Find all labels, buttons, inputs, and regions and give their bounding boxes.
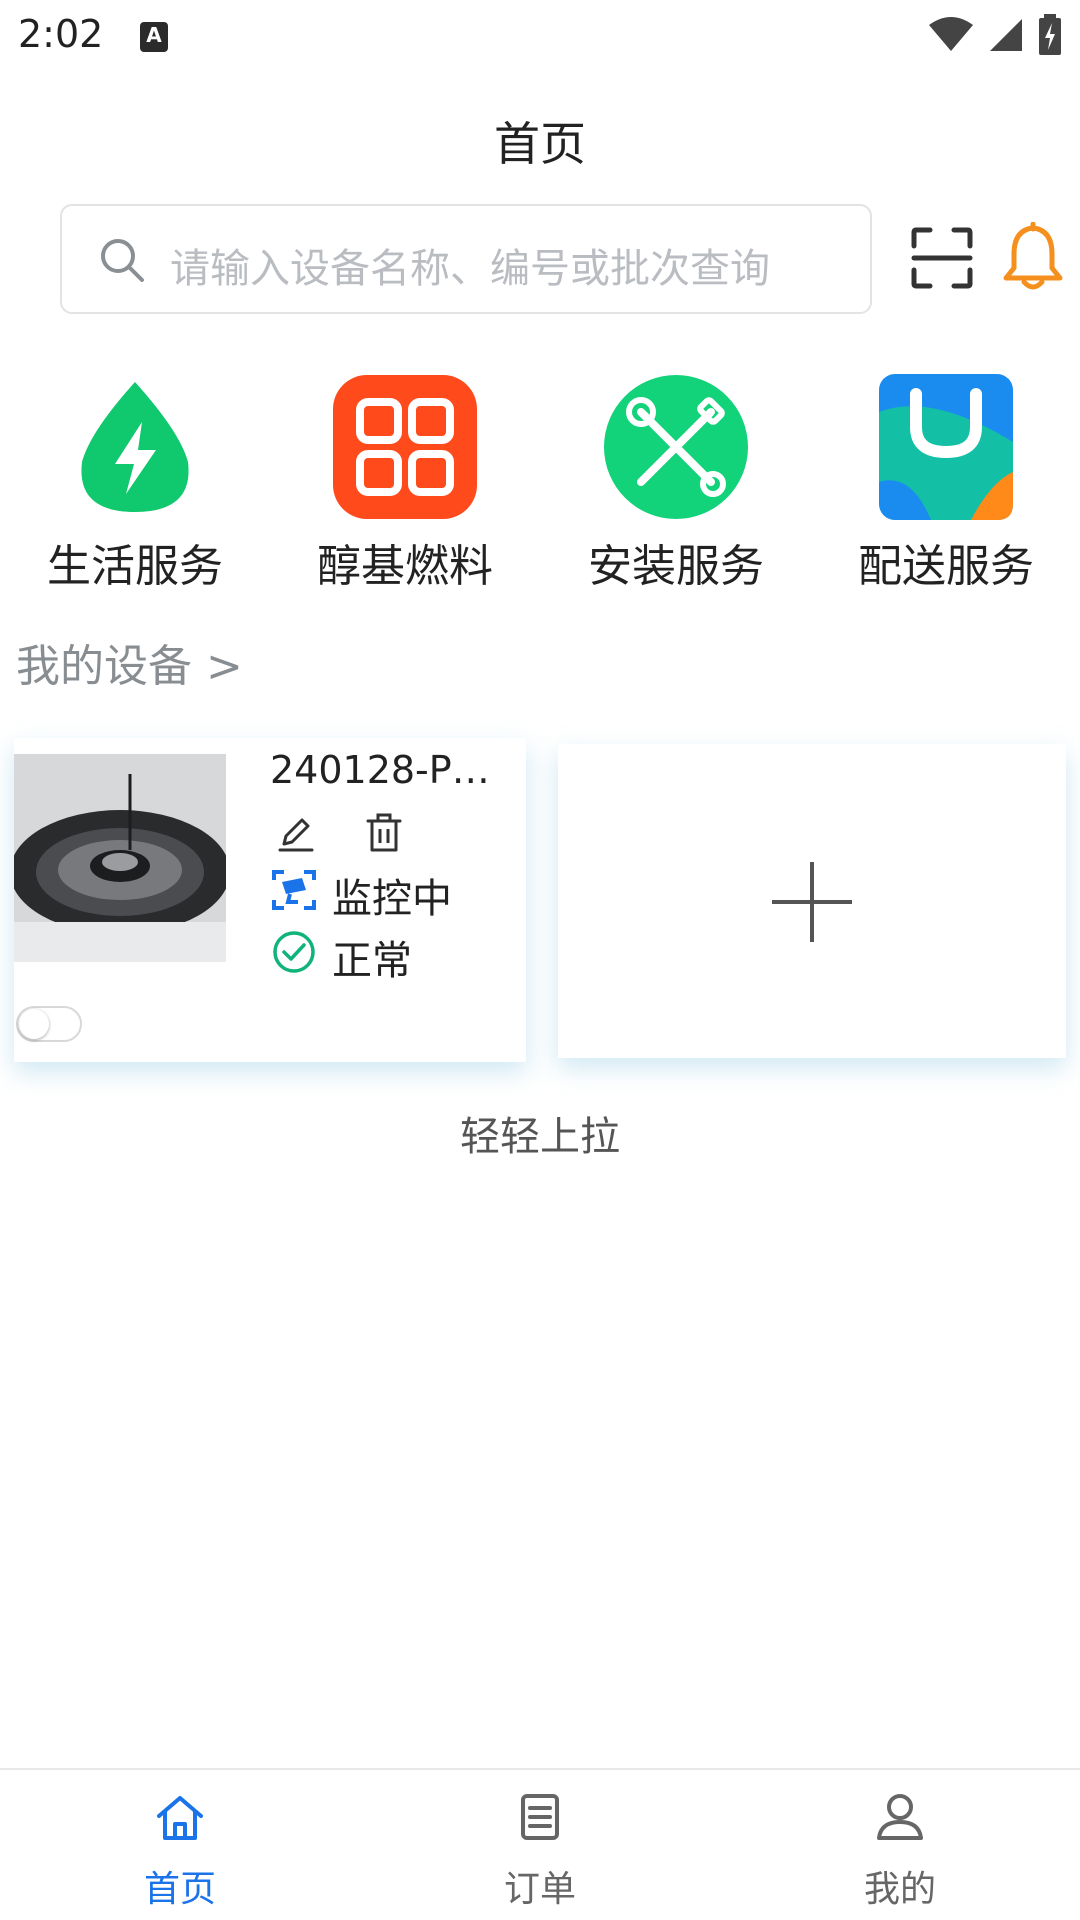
service-label: 配送服务: [858, 541, 1034, 592]
service-fuel[interactable]: 醇基燃料: [305, 372, 505, 594]
home-icon: [157, 1796, 203, 1840]
page-title: 首页: [494, 117, 586, 171]
device-card[interactable]: 240128-PW… 监控中 正常: [14, 738, 526, 1062]
bottom-nav: 首页 订单 我的: [0, 1768, 1080, 1920]
status-icons: [928, 14, 1062, 56]
scan-icon[interactable]: [910, 226, 974, 290]
camera-monitor-icon: [272, 870, 316, 910]
pull-up-hint: 轻轻上拉: [460, 1114, 620, 1160]
nav-label: 首页: [143, 1869, 216, 1910]
my-devices-link[interactable]: 我的设备 >: [16, 630, 243, 694]
service-life[interactable]: 生活服务: [35, 372, 235, 594]
wifi-icon: [929, 17, 973, 51]
delete-icon[interactable]: [364, 812, 404, 854]
service-label: 醇基燃料: [317, 541, 493, 592]
device-photo: [14, 754, 226, 962]
plus-icon: [772, 862, 852, 942]
search-input[interactable]: 请输入设备名称、编号或批次查询: [60, 204, 872, 314]
nav-home[interactable]: 首页: [80, 1790, 280, 1912]
status-time: 2:02: [18, 12, 104, 56]
service-delivery[interactable]: 配送服务: [846, 372, 1046, 594]
search-icon: [101, 239, 144, 282]
water-drop-lightning-icon: [60, 372, 210, 522]
nav-label: 我的: [863, 1869, 936, 1910]
monitor-status: 监控中: [332, 876, 452, 922]
status-bar: 2:02 A: [0, 0, 1080, 72]
health-status: 正常: [332, 938, 412, 984]
search-placeholder: 请输入设备名称、编号或批次查询: [170, 246, 770, 292]
service-install[interactable]: 安装服务: [576, 372, 776, 594]
nav-label: 订单: [503, 1869, 576, 1910]
edit-icon[interactable]: [276, 814, 316, 854]
battery-charging-icon: [1039, 14, 1061, 55]
toggle-knob: [19, 1009, 49, 1039]
nav-profile[interactable]: 我的: [800, 1790, 1000, 1912]
nav-orders[interactable]: 订单: [440, 1790, 640, 1912]
check-circle-icon: [273, 931, 315, 973]
tools-icon: [601, 372, 751, 522]
service-label: 安装服务: [588, 541, 764, 592]
a-icon: A: [140, 22, 168, 52]
service-label: 生活服务: [47, 541, 223, 592]
order-list-icon: [521, 1794, 559, 1840]
shopping-bag-icon: [871, 372, 1021, 522]
add-device-card[interactable]: [558, 744, 1066, 1058]
grid-icon: [330, 372, 480, 522]
user-icon: [877, 1794, 923, 1840]
bell-icon[interactable]: [1000, 222, 1066, 292]
signal-icon: [990, 19, 1022, 51]
device-name: 240128-PW…: [270, 748, 520, 792]
device-toggle[interactable]: [16, 1006, 82, 1042]
